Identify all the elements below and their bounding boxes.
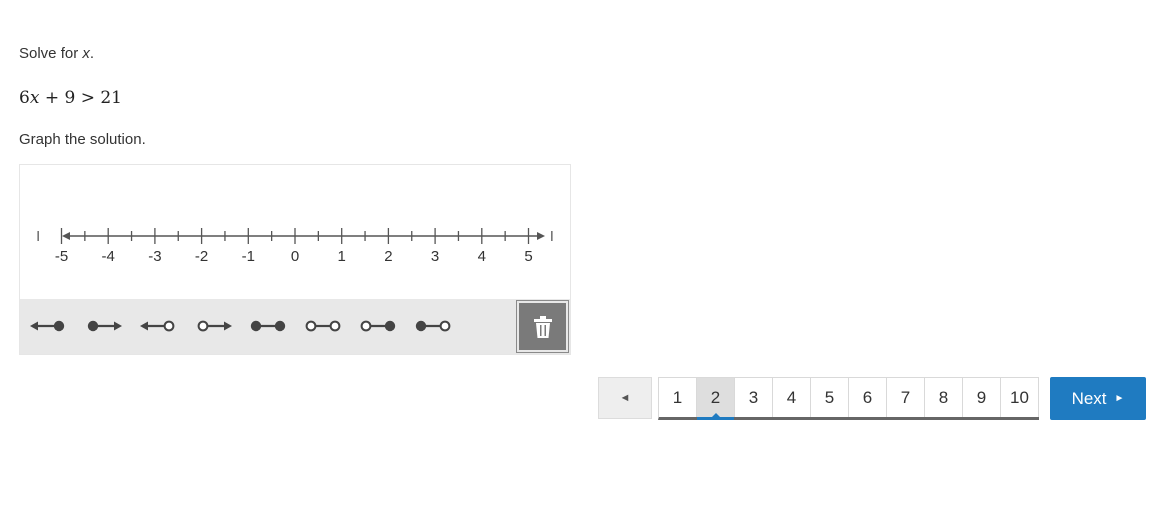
graph-panel: -5 -4 -3 -2 -1 0 1 2 3 4 5 (19, 164, 571, 355)
prompt-variable: x (82, 45, 90, 62)
number-line[interactable]: -5 -4 -3 -2 -1 0 1 2 3 4 5 (20, 165, 570, 299)
page-8-button[interactable]: 8 (925, 378, 963, 417)
tick-label: 3 (431, 248, 439, 265)
prompt-suffix: . (89, 45, 95, 62)
left-ray-closed-tool-icon (30, 320, 65, 332)
segment-open-closed-tool-icon (360, 320, 396, 332)
segment-open-closed-tool[interactable] (355, 309, 401, 343)
left-ray-closed-tool[interactable] (26, 309, 72, 343)
page-5-button[interactable]: 5 (811, 378, 849, 417)
right-ray-open-tool-icon (197, 320, 232, 332)
equation-coefficient: 6 (19, 88, 30, 108)
next-button-label: Next (1071, 388, 1107, 408)
tick-label: -5 (55, 248, 68, 265)
left-ray-open-tool[interactable] (136, 309, 182, 343)
tick-label: 2 (384, 248, 392, 265)
next-button[interactable]: Next ► (1050, 377, 1146, 420)
previous-page-button[interactable]: ◄ (598, 377, 652, 419)
prompt-prefix: Solve for (19, 45, 83, 62)
graph-instruction: Graph the solution. (19, 131, 146, 148)
page-6-button[interactable]: 6 (849, 378, 887, 417)
right-arrow-icon (537, 232, 545, 240)
tick-label: -2 (195, 248, 208, 265)
next-arrow-icon: ► (1114, 393, 1125, 404)
left-ray-open-tool-icon (140, 320, 175, 332)
page-7-button[interactable]: 7 (887, 378, 925, 417)
right-ray-open-tool[interactable] (190, 309, 236, 343)
page-1-button[interactable]: 1 (659, 378, 697, 417)
tick-label: 4 (478, 248, 486, 265)
equation: 6x + 9 > 21 (19, 88, 122, 108)
tick-label: 1 (338, 248, 346, 265)
graph-toolbar (20, 299, 570, 354)
page-9-button[interactable]: 9 (963, 378, 1001, 417)
right-ray-closed-tool[interactable] (80, 309, 126, 343)
page-2-button[interactable]: 2 (697, 378, 735, 420)
page-list: 1 2 3 4 5 6 7 8 9 10 (658, 377, 1039, 420)
delete-button[interactable] (516, 300, 569, 353)
segment-closed-closed-tool-icon (250, 320, 286, 332)
equation-variable: x (29, 88, 40, 108)
tick-label: 0 (291, 248, 299, 265)
right-ray-closed-tool-icon (87, 320, 122, 332)
tick-label: 5 (524, 248, 532, 265)
left-arrow-icon (62, 232, 70, 240)
equation-rest: + 9 > 21 (39, 88, 122, 108)
delete-button-face (519, 303, 566, 350)
page-3-button[interactable]: 3 (735, 378, 773, 417)
page-10-button[interactable]: 10 (1001, 378, 1039, 417)
tick-label: -3 (148, 248, 161, 265)
segment-open-open-tool[interactable] (300, 309, 346, 343)
segment-closed-open-tool[interactable] (410, 309, 456, 343)
tick-label: -1 (242, 248, 255, 265)
segment-open-open-tool-icon (305, 320, 341, 332)
trash-icon (533, 315, 552, 338)
question-prompt: Solve for x. (19, 45, 94, 62)
tick-label: -4 (102, 248, 115, 265)
page-4-button[interactable]: 4 (773, 378, 811, 417)
segment-closed-open-tool-icon (415, 320, 451, 332)
segment-closed-closed-tool[interactable] (245, 309, 291, 343)
